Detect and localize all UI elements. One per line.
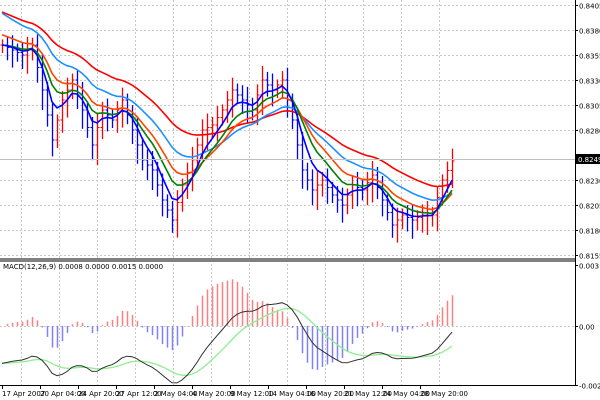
macd-tick-label: 0.00	[579, 324, 595, 332]
price-tick-label: 0.8305	[579, 103, 600, 111]
price-tick-label: 0.8280	[579, 128, 600, 136]
time-tick-label: 17 Apr 2007	[2, 390, 45, 398]
price-tick-label: 0.8205	[579, 203, 600, 211]
macd-panel	[1, 279, 454, 384]
price-tick-label: 0.8330	[579, 78, 600, 86]
macd-tick-label: -0.0029	[579, 383, 600, 391]
macd-tick-label: 0.003	[579, 263, 599, 271]
axes: 0.84050.83800.83550.83300.83050.82800.82…	[2, 3, 600, 398]
macd-label: MACD(12,26,9) 0.0008 0.0000 0.0015 0.000…	[3, 263, 163, 271]
moving-average-line	[1, 44, 453, 215]
price-chart: 0.8249 MACD(12,26,9) 0.0008 0.0000 0.001…	[0, 0, 600, 398]
price-tick-label: 0.8155	[579, 253, 600, 261]
price-tick-label: 0.8355	[579, 53, 600, 61]
current-price-label: 0.8249	[578, 156, 600, 164]
price-tick-label: 0.8180	[579, 228, 600, 236]
price-tick-label: 0.8405	[579, 3, 600, 11]
time-tick-label: 28 May 20:00	[420, 390, 468, 398]
price-tick-label: 0.8230	[579, 178, 600, 186]
price-tick-label: 0.8380	[579, 28, 600, 36]
panel-separator[interactable]	[0, 258, 575, 262]
grid	[0, 0, 575, 385]
